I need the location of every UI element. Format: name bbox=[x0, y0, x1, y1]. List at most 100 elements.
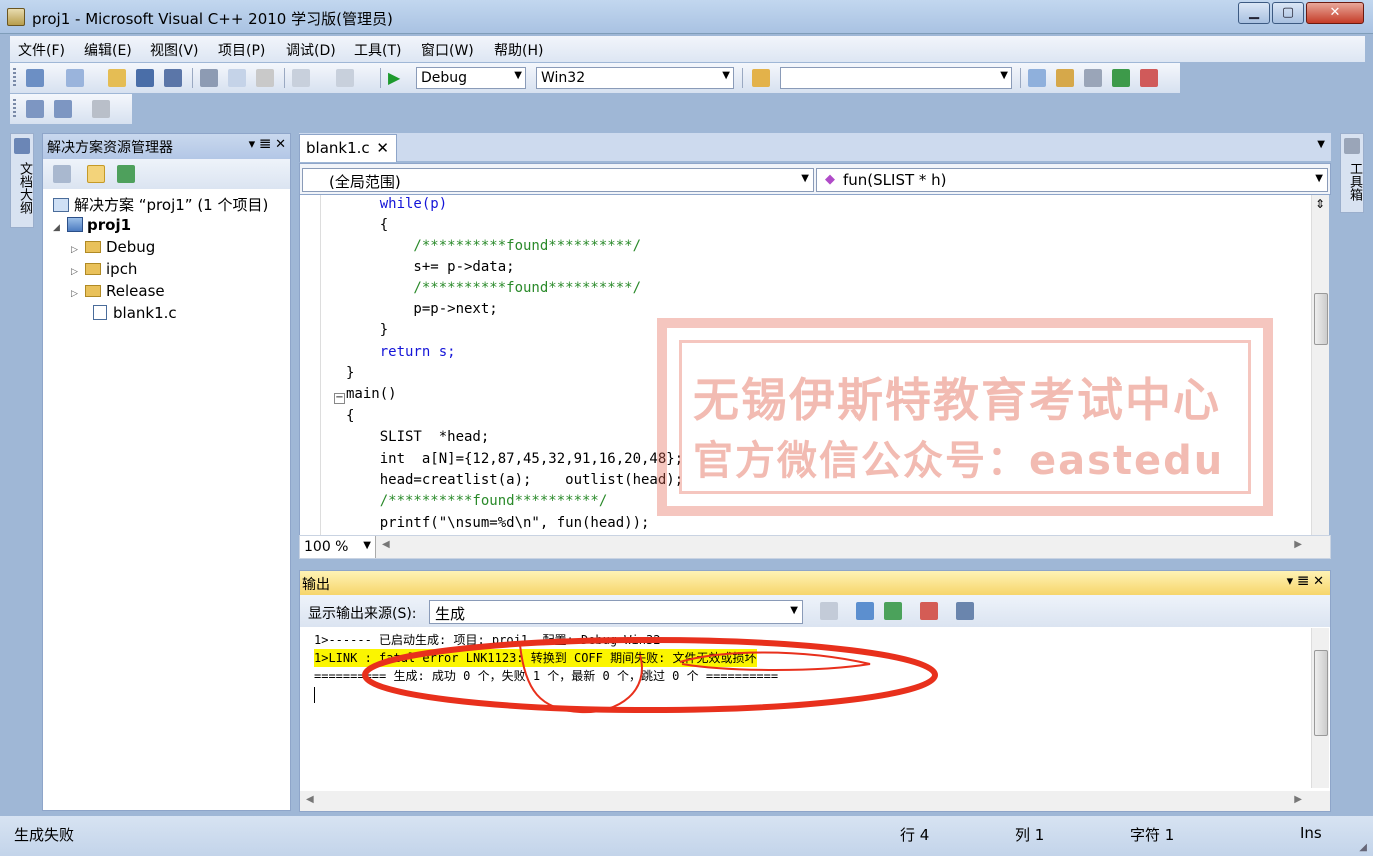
show-all-files-icon[interactable] bbox=[53, 165, 71, 183]
tab-list-dropdown-icon[interactable]: ▼ bbox=[1317, 139, 1325, 150]
properties-icon[interactable] bbox=[1056, 69, 1074, 87]
toolbar-separator bbox=[192, 68, 193, 88]
menu-window[interactable]: 窗口(W) bbox=[421, 40, 474, 60]
toolbar-grip[interactable] bbox=[13, 68, 16, 88]
output-summary-line: ========== 生成: 成功 0 个，失败 1 个，最新 0 个，跳过 0… bbox=[314, 667, 778, 685]
watermark-line-2: 官方微信公众号：eastedu bbox=[693, 438, 1225, 484]
collapsed-arrow-icon[interactable]: ▷ bbox=[71, 267, 85, 277]
toolbar-grip[interactable] bbox=[13, 99, 16, 119]
output-horizontal-scrollbar[interactable]: ◀ ▶ bbox=[300, 791, 1330, 811]
previous-message-icon[interactable] bbox=[856, 602, 874, 620]
editor-vertical-scrollbar[interactable]: ⇕ bbox=[1311, 195, 1329, 535]
status-column: 列 1 bbox=[1015, 826, 1045, 844]
next-message-icon[interactable] bbox=[884, 602, 902, 620]
output-header-buttons[interactable]: ▾ 𝌆 ✕ bbox=[1287, 574, 1324, 589]
platform-select[interactable]: Win32 ▼ bbox=[536, 67, 734, 89]
tree-item-debug-folder[interactable]: ▷ Debug bbox=[71, 238, 155, 260]
output-source-select[interactable]: 生成 ▼ bbox=[429, 600, 803, 624]
save-all-icon[interactable] bbox=[164, 69, 182, 87]
build-icon[interactable] bbox=[26, 100, 44, 118]
scope-select[interactable]: (全局范围) ▼ bbox=[302, 168, 814, 192]
scroll-right-icon[interactable]: ▶ bbox=[1294, 794, 1302, 805]
resize-grip-icon[interactable]: ◢ bbox=[1359, 842, 1367, 853]
properties-icon[interactable] bbox=[87, 165, 105, 183]
tree-item-blank1-c[interactable]: blank1.c bbox=[93, 304, 177, 326]
menu-project[interactable]: 项目(P) bbox=[218, 40, 265, 60]
project-icon bbox=[67, 217, 83, 232]
save-icon[interactable] bbox=[136, 69, 154, 87]
collapse-region-icon[interactable]: − bbox=[334, 393, 345, 404]
start-page-icon[interactable] bbox=[1112, 69, 1130, 87]
zoom-value: 100 % bbox=[304, 539, 349, 555]
collapsed-arrow-icon[interactable]: ▷ bbox=[71, 289, 85, 299]
minimize-button[interactable]: ▁ bbox=[1238, 2, 1270, 24]
scroll-left-icon[interactable]: ◀ bbox=[382, 539, 390, 550]
scrollbar-thumb[interactable] bbox=[1314, 650, 1328, 736]
start-debugging-icon[interactable]: ▶ bbox=[388, 69, 406, 87]
menu-debug[interactable]: 调试(D) bbox=[286, 40, 336, 60]
toolbox-icon[interactable] bbox=[1084, 69, 1102, 87]
find-combo[interactable]: ▼ bbox=[780, 67, 1012, 89]
cut-icon[interactable] bbox=[200, 69, 218, 87]
scroll-left-icon[interactable]: ◀ bbox=[306, 794, 314, 805]
new-project-icon[interactable] bbox=[26, 69, 44, 87]
function-select[interactable]: ◆ fun(SLIST * h) ▼ bbox=[816, 168, 1328, 192]
find-message-icon[interactable] bbox=[820, 602, 838, 620]
chevron-down-icon: ▼ bbox=[790, 605, 798, 616]
zoom-select[interactable]: 100 % ▼ bbox=[300, 536, 376, 558]
cancel-build-icon[interactable] bbox=[92, 100, 110, 118]
expanded-arrow-icon[interactable]: ◢ bbox=[53, 223, 67, 233]
scroll-right-icon[interactable]: ▶ bbox=[1294, 539, 1302, 550]
word-wrap-icon[interactable] bbox=[956, 602, 974, 620]
close-window-button[interactable]: ✕ bbox=[1306, 2, 1364, 24]
close-tab-icon[interactable]: ✕ bbox=[376, 139, 389, 157]
output-header: 输出 ▾ 𝌆 ✕ bbox=[300, 571, 1330, 595]
output-vertical-scrollbar[interactable] bbox=[1311, 628, 1329, 788]
undo-icon[interactable] bbox=[292, 69, 310, 87]
class-view-icon[interactable] bbox=[1140, 69, 1158, 87]
watermark-stamp: 无锡伊斯特教育考试中心 官方微信公众号：eastedu bbox=[657, 318, 1273, 516]
clear-all-icon[interactable] bbox=[920, 602, 938, 620]
split-icon[interactable]: ⇕ bbox=[1315, 197, 1325, 211]
solution-explorer-panel: 解决方案资源管理器 ▾ 𝌆 ✕ 解决方案 “proj1” (1 个项目) ◢ pr… bbox=[42, 133, 291, 811]
collapsed-arrow-icon[interactable]: ▷ bbox=[71, 245, 85, 255]
toolbox-tab[interactable]: 工具箱 bbox=[1340, 133, 1364, 213]
redo-icon[interactable] bbox=[336, 69, 354, 87]
panel-header-buttons[interactable]: ▾ 𝌆 ✕ bbox=[249, 137, 286, 152]
paste-icon[interactable] bbox=[256, 69, 274, 87]
copy-icon[interactable] bbox=[228, 69, 246, 87]
document-outline-label: 文档大纲 bbox=[17, 162, 32, 214]
refresh-icon[interactable] bbox=[117, 165, 135, 183]
tree-item-ipch-folder[interactable]: ▷ ipch bbox=[71, 260, 137, 282]
tree-item-project[interactable]: ◢ proj1 bbox=[53, 216, 131, 238]
output-toolbar: 显示输出来源(S): 生成 ▼ bbox=[300, 595, 1330, 627]
menu-view[interactable]: 视图(V) bbox=[150, 40, 199, 60]
output-source-value: 生成 bbox=[435, 605, 466, 623]
tree-item-label: blank1.c bbox=[113, 304, 177, 322]
output-error-line: 1>LINK : fatal error LNK1123: 转换到 COFF 期… bbox=[314, 649, 757, 667]
rebuild-icon[interactable] bbox=[54, 100, 72, 118]
menu-edit[interactable]: 编辑(E) bbox=[84, 40, 132, 60]
add-item-icon[interactable] bbox=[66, 69, 84, 87]
menu-file[interactable]: 文件(F) bbox=[18, 40, 65, 60]
menu-help[interactable]: 帮助(H) bbox=[494, 40, 543, 60]
find-in-files-icon[interactable] bbox=[752, 69, 770, 87]
status-insert-mode: Ins bbox=[1300, 824, 1322, 842]
toolbox-icon bbox=[1344, 138, 1360, 154]
tree-item-label: proj1 bbox=[87, 216, 132, 234]
open-file-icon[interactable] bbox=[108, 69, 126, 87]
document-outline-tab[interactable]: 文档大纲 bbox=[10, 133, 34, 228]
scrollbar-thumb[interactable] bbox=[1314, 293, 1328, 345]
output-line: 1>------ 已启动生成: 项目: proj1, 配置: Debug Win… bbox=[314, 633, 711, 647]
solution-explorer-icon[interactable] bbox=[1028, 69, 1046, 87]
maximize-button[interactable]: ▢ bbox=[1272, 2, 1304, 24]
tree-item-solution[interactable]: 解决方案 “proj1” (1 个项目) bbox=[53, 194, 268, 216]
tab-blank1-c[interactable]: blank1.c ✕ bbox=[299, 134, 397, 162]
output-panel: 输出 ▾ 𝌆 ✕ 显示输出来源(S): 生成 ▼ 1>------ 已启动生成: … bbox=[299, 570, 1331, 812]
configuration-select[interactable]: Debug ▼ bbox=[416, 67, 526, 89]
menu-tools[interactable]: 工具(T) bbox=[354, 40, 401, 60]
status-bar: 生成失败 行 4 列 1 字符 1 Ins ◢ bbox=[0, 816, 1373, 856]
tree-item-label: Release bbox=[106, 282, 165, 300]
tree-item-release-folder[interactable]: ▷ Release bbox=[71, 282, 165, 304]
code-line: int a[N]={12,87,45,32,91,16,20,48}; bbox=[346, 451, 684, 467]
